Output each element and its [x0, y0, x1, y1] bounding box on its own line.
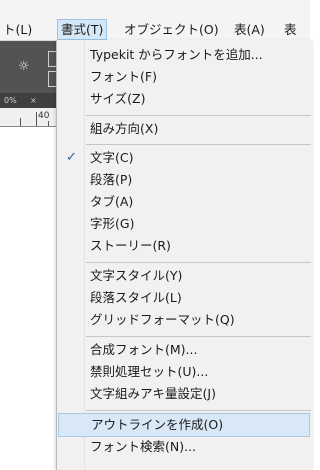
menu-item-kinsoku-sets[interactable]: 禁則処理セット(U)...	[57, 361, 311, 383]
sun-icon[interactable]: ☼	[18, 59, 36, 75]
menu-item-label: ストーリー(R)	[90, 238, 171, 253]
control-panel: ☼	[0, 41, 57, 94]
menu-item-label: サイズ(Z)	[90, 91, 146, 106]
menu-item-find-font[interactable]: フォント検索(N)...	[57, 436, 311, 458]
menu-item-label: Typekit からフォントを追加...	[90, 47, 263, 62]
menu-layout[interactable]: ト(L)	[0, 20, 35, 39]
menu-item-size[interactable]: サイズ(Z)	[57, 88, 311, 110]
menu-item-tabs[interactable]: タブ(A)	[57, 191, 311, 213]
tab-close-icon[interactable]: ×	[30, 94, 37, 108]
menu-item-label: 文字スタイル(Y)	[90, 268, 183, 283]
menu-item-label: 段落スタイル(L)	[90, 290, 182, 305]
menu-separator	[86, 336, 311, 337]
menu-item-paragraph-styles[interactable]: 段落スタイル(L)	[57, 287, 311, 309]
ruler-tick	[20, 118, 21, 126]
menu-object[interactable]: オブジェクト(O)	[121, 20, 222, 39]
menu-item-paragraph[interactable]: 段落(P)	[57, 169, 311, 191]
menu-item-label: 合成フォント(M)...	[90, 342, 198, 357]
menu-table-cut[interactable]: 表	[281, 20, 300, 39]
check-icon: ✓	[66, 150, 77, 165]
menu-item-composite-fonts[interactable]: 合成フォント(M)...	[57, 339, 311, 361]
menu-item-label: 禁則処理セット(U)...	[90, 364, 209, 379]
horizontal-ruler: 40	[0, 108, 56, 127]
menu-item-label: アウトラインを作成(O)	[91, 417, 224, 432]
menu-item-glyphs[interactable]: 字形(G)	[57, 213, 311, 235]
menu-item-label: フォント(F)	[90, 69, 157, 84]
ruler-tick	[48, 121, 49, 126]
menu-item-character-styles[interactable]: 文字スタイル(Y)	[57, 265, 311, 287]
document-tab[interactable]: 0% ×	[0, 94, 56, 108]
menu-bar: ト(L) 書式(T) オブジェクト(O) 表(A) 表	[0, 0, 310, 41]
menu-item-create-outlines[interactable]: アウトラインを作成(O)	[58, 413, 310, 437]
menu-item-label: フォント検索(N)...	[90, 439, 197, 454]
menu-item-label: グリッドフォーマット(Q)	[90, 312, 235, 327]
menu-table[interactable]: 表(A)	[231, 20, 268, 39]
menu-item-mojikumi-settings[interactable]: 文字組みアキ量設定(J)	[57, 383, 311, 405]
ruler-tick	[36, 112, 37, 126]
menu-item-story[interactable]: ストーリー(R)	[57, 235, 311, 257]
menu-item-label: タブ(A)	[90, 194, 134, 209]
ruler-label: 40	[38, 111, 50, 121]
menu-separator	[86, 115, 311, 116]
menu-type[interactable]: 書式(T)	[57, 19, 108, 40]
menu-item-label: 組み方向(X)	[90, 121, 159, 136]
menu-item-label: 文字(C)	[90, 150, 134, 165]
menu-item-label: 字形(G)	[90, 216, 135, 231]
tab-zoom-label: 0%	[4, 96, 17, 105]
menu-item-character[interactable]: ✓ 文字(C)	[57, 147, 311, 169]
menu-item-text-direction[interactable]: 組み方向(X)	[57, 118, 311, 140]
menu-separator	[86, 262, 311, 263]
menu-item-font[interactable]: フォント(F)	[57, 66, 311, 88]
menu-item-label: 段落(P)	[90, 172, 133, 187]
type-menu-dropdown: Typekit からフォントを追加... フォント(F) サイズ(Z) 組み方向…	[56, 40, 313, 470]
menu-item-grid-format[interactable]: グリッドフォーマット(Q)	[57, 309, 311, 331]
menu-separator	[86, 410, 311, 411]
menu-separator	[86, 144, 311, 145]
menu-item-label: 文字組みアキ量設定(J)	[90, 386, 216, 401]
menu-item-add-typekit-fonts[interactable]: Typekit からフォントを追加...	[57, 44, 311, 66]
